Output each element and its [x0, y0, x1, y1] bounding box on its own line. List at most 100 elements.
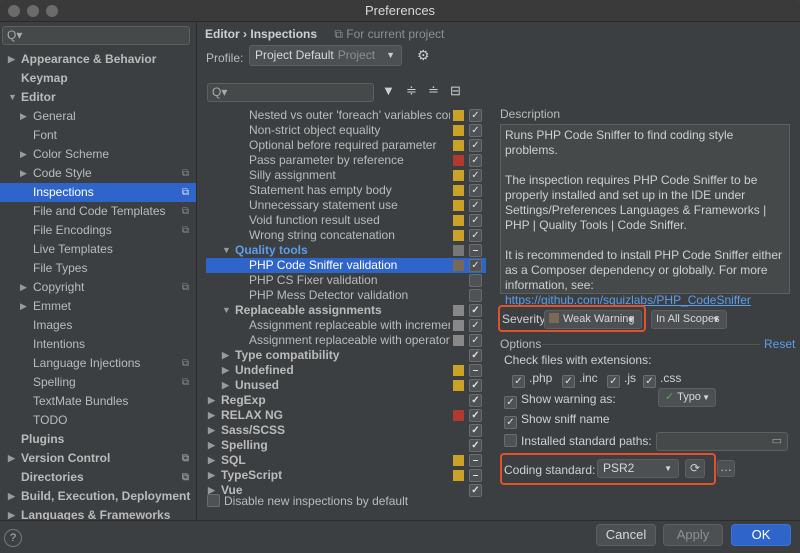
inspection-row[interactable]: ▼ Quality tools – [206, 243, 486, 258]
close-window-button[interactable] [8, 5, 20, 17]
inspection-row[interactable]: Void function result used ✓ [206, 213, 486, 228]
chevron-right-icon[interactable]: ▶ [208, 408, 215, 423]
sidebar-item-copyright[interactable]: ▶ Copyright ⧉ [0, 278, 196, 297]
sidebar-item-spelling[interactable]: Spelling ⧉ [0, 373, 196, 392]
inspection-checkbox[interactable]: ✓ [469, 424, 482, 437]
inspection-checkbox[interactable]: ✓ [469, 319, 482, 332]
inspection-row[interactable]: Wrong string concatenation ✓ [206, 228, 486, 243]
installed-paths-checkbox[interactable]: Installed standard paths: [504, 434, 652, 449]
inspection-row[interactable]: Nested vs outer 'foreach' variables conf… [206, 108, 486, 123]
inspection-row[interactable]: Assignment replaceable with operator as ✓ [206, 333, 486, 348]
folder-icon[interactable]: ▭ [772, 434, 782, 447]
inspection-row[interactable]: Non-strict object equality ✓ [206, 123, 486, 138]
refresh-icon[interactable]: ⟳ [685, 459, 705, 478]
warning-type-select[interactable]: ✓ Typo ▼ [658, 388, 716, 407]
sidebar-item-file-encodings[interactable]: File Encodings ⧉ [0, 221, 196, 240]
chevron-right-icon[interactable]: ▶ [20, 145, 27, 164]
inspection-row[interactable]: Silly assignment ✓ [206, 168, 486, 183]
inspection-checkbox[interactable]: ✓ [469, 169, 482, 182]
inspection-checkbox[interactable]: ✓ [469, 259, 482, 272]
chevron-right-icon[interactable]: ▶ [20, 297, 27, 316]
minimize-window-button[interactable] [27, 5, 39, 17]
chevron-right-icon[interactable]: ▶ [20, 164, 27, 183]
inspection-checkbox[interactable]: ✓ [469, 394, 482, 407]
collapse-all-icon[interactable]: ≐ [428, 83, 439, 99]
inspection-row[interactable]: ▶ Spelling ✓ [206, 438, 486, 453]
sidebar-item-intentions[interactable]: Intentions [0, 335, 196, 354]
inspection-row[interactable]: Optional before required parameter ✓ [206, 138, 486, 153]
inspection-checkbox[interactable]: ✓ [469, 139, 482, 152]
inspection-checkbox[interactable] [469, 289, 482, 302]
inspection-checkbox[interactable]: ✓ [469, 199, 482, 212]
coding-standard-select[interactable]: PSR2 ▼ [597, 459, 679, 478]
inspection-checkbox[interactable] [469, 274, 482, 287]
chevron-right-icon[interactable]: ▶ [8, 487, 15, 506]
inspection-checkbox[interactable]: ✓ [469, 214, 482, 227]
filter-icon[interactable]: ▼ [382, 83, 395, 98]
chevron-right-icon[interactable]: ▶ [208, 468, 215, 483]
ext-php-checkbox[interactable]: ✓ .php [512, 371, 552, 388]
scope-select[interactable]: In All Scopes ▼ [651, 310, 727, 329]
expand-all-icon[interactable]: ≑ [406, 83, 417, 99]
gear-icon[interactable]: ⚙ [417, 47, 430, 64]
sidebar-item-images[interactable]: Images [0, 316, 196, 335]
inspection-checkbox[interactable]: ✓ [469, 304, 482, 317]
chevron-down-icon[interactable]: ▼ [222, 303, 231, 318]
inspection-row[interactable]: Assignment replaceable with increment o ✓ [206, 318, 486, 333]
checkbox-box[interactable] [207, 494, 220, 507]
inspection-checkbox[interactable]: ✓ [469, 379, 482, 392]
severity-select[interactable]: Weak Warning ▼ [544, 310, 642, 329]
ext-inc-checkbox[interactable]: ✓ .inc [562, 371, 598, 388]
chevron-right-icon[interactable]: ▶ [208, 453, 215, 468]
sidebar-item-file-types[interactable]: File Types [0, 259, 196, 278]
sidebar-item-version-control[interactable]: ▶ Version Control ⧉ [0, 449, 196, 468]
cancel-button[interactable]: Cancel [596, 524, 656, 546]
inspection-checkbox[interactable]: ✓ [469, 184, 482, 197]
sidebar-item-font[interactable]: Font [0, 126, 196, 145]
sidebar-item-code-style[interactable]: ▶ Code Style ⧉ [0, 164, 196, 183]
chevron-right-icon[interactable]: ▶ [20, 278, 27, 297]
inspection-checkbox[interactable]: – [469, 244, 482, 257]
sidebar-item-language-injections[interactable]: Language Injections ⧉ [0, 354, 196, 373]
sidebar-item-general[interactable]: ▶ General [0, 107, 196, 126]
chevron-right-icon[interactable]: ▶ [222, 348, 229, 363]
sidebar-item-color-scheme[interactable]: ▶ Color Scheme [0, 145, 196, 164]
chevron-right-icon[interactable]: ▶ [222, 378, 229, 393]
sidebar-item-appearance-behavior[interactable]: ▶ Appearance & Behavior [0, 50, 196, 69]
sidebar-item-keymap[interactable]: Keymap [0, 69, 196, 88]
chevron-down-icon[interactable]: ▼ [8, 88, 17, 107]
disable-new-inspections-checkbox[interactable]: Disable new inspections by default [207, 494, 408, 509]
inspection-checkbox[interactable]: – [469, 364, 482, 377]
inspection-row[interactable]: Unnecessary statement use ✓ [206, 198, 486, 213]
chevron-right-icon[interactable]: ▶ [208, 438, 215, 453]
inspection-checkbox[interactable]: ✓ [469, 439, 482, 452]
inspection-row[interactable]: ▶ Type compatibility ✓ [206, 348, 486, 363]
inspection-checkbox[interactable]: ✓ [469, 229, 482, 242]
inspection-row[interactable]: PHP Mess Detector validation [206, 288, 486, 303]
inspection-row[interactable]: Pass parameter by reference ✓ [206, 153, 486, 168]
sidebar-item-todo[interactable]: TODO [0, 411, 196, 430]
chevron-right-icon[interactable]: ▶ [8, 506, 15, 520]
help-icon[interactable]: ? [4, 529, 22, 547]
inspection-search-input[interactable]: Q▾ [207, 83, 374, 102]
inspection-row[interactable]: Statement has empty body ✓ [206, 183, 486, 198]
chevron-down-icon[interactable]: ▼ [222, 243, 231, 258]
apply-button[interactable]: Apply [663, 524, 723, 546]
reset-link[interactable]: Reset [764, 337, 795, 351]
inspection-checkbox[interactable]: ✓ [469, 334, 482, 347]
inspection-checkbox[interactable]: ✓ [469, 124, 482, 137]
show-warning-checkbox[interactable]: ✓ Show warning as: [504, 392, 616, 409]
ext-css-checkbox[interactable]: ✓ .css [643, 371, 681, 388]
inspection-checkbox[interactable]: ✓ [469, 154, 482, 167]
zoom-window-button[interactable] [46, 5, 58, 17]
inspection-checkbox[interactable]: ✓ [469, 409, 482, 422]
ok-button[interactable]: OK [731, 524, 791, 546]
chevron-right-icon[interactable]: ▶ [222, 363, 229, 378]
sidebar-item-textmate-bundles[interactable]: TextMate Bundles [0, 392, 196, 411]
inspection-row[interactable]: ▼ Replaceable assignments ✓ [206, 303, 486, 318]
show-sniff-name-checkbox[interactable]: ✓ Show sniff name [504, 412, 610, 429]
sidebar-item-directories[interactable]: Directories ⧉ [0, 468, 196, 487]
more-options-button[interactable]: … [717, 460, 735, 477]
inspection-checkbox[interactable]: – [469, 469, 482, 482]
chevron-right-icon[interactable]: ▶ [208, 393, 215, 408]
